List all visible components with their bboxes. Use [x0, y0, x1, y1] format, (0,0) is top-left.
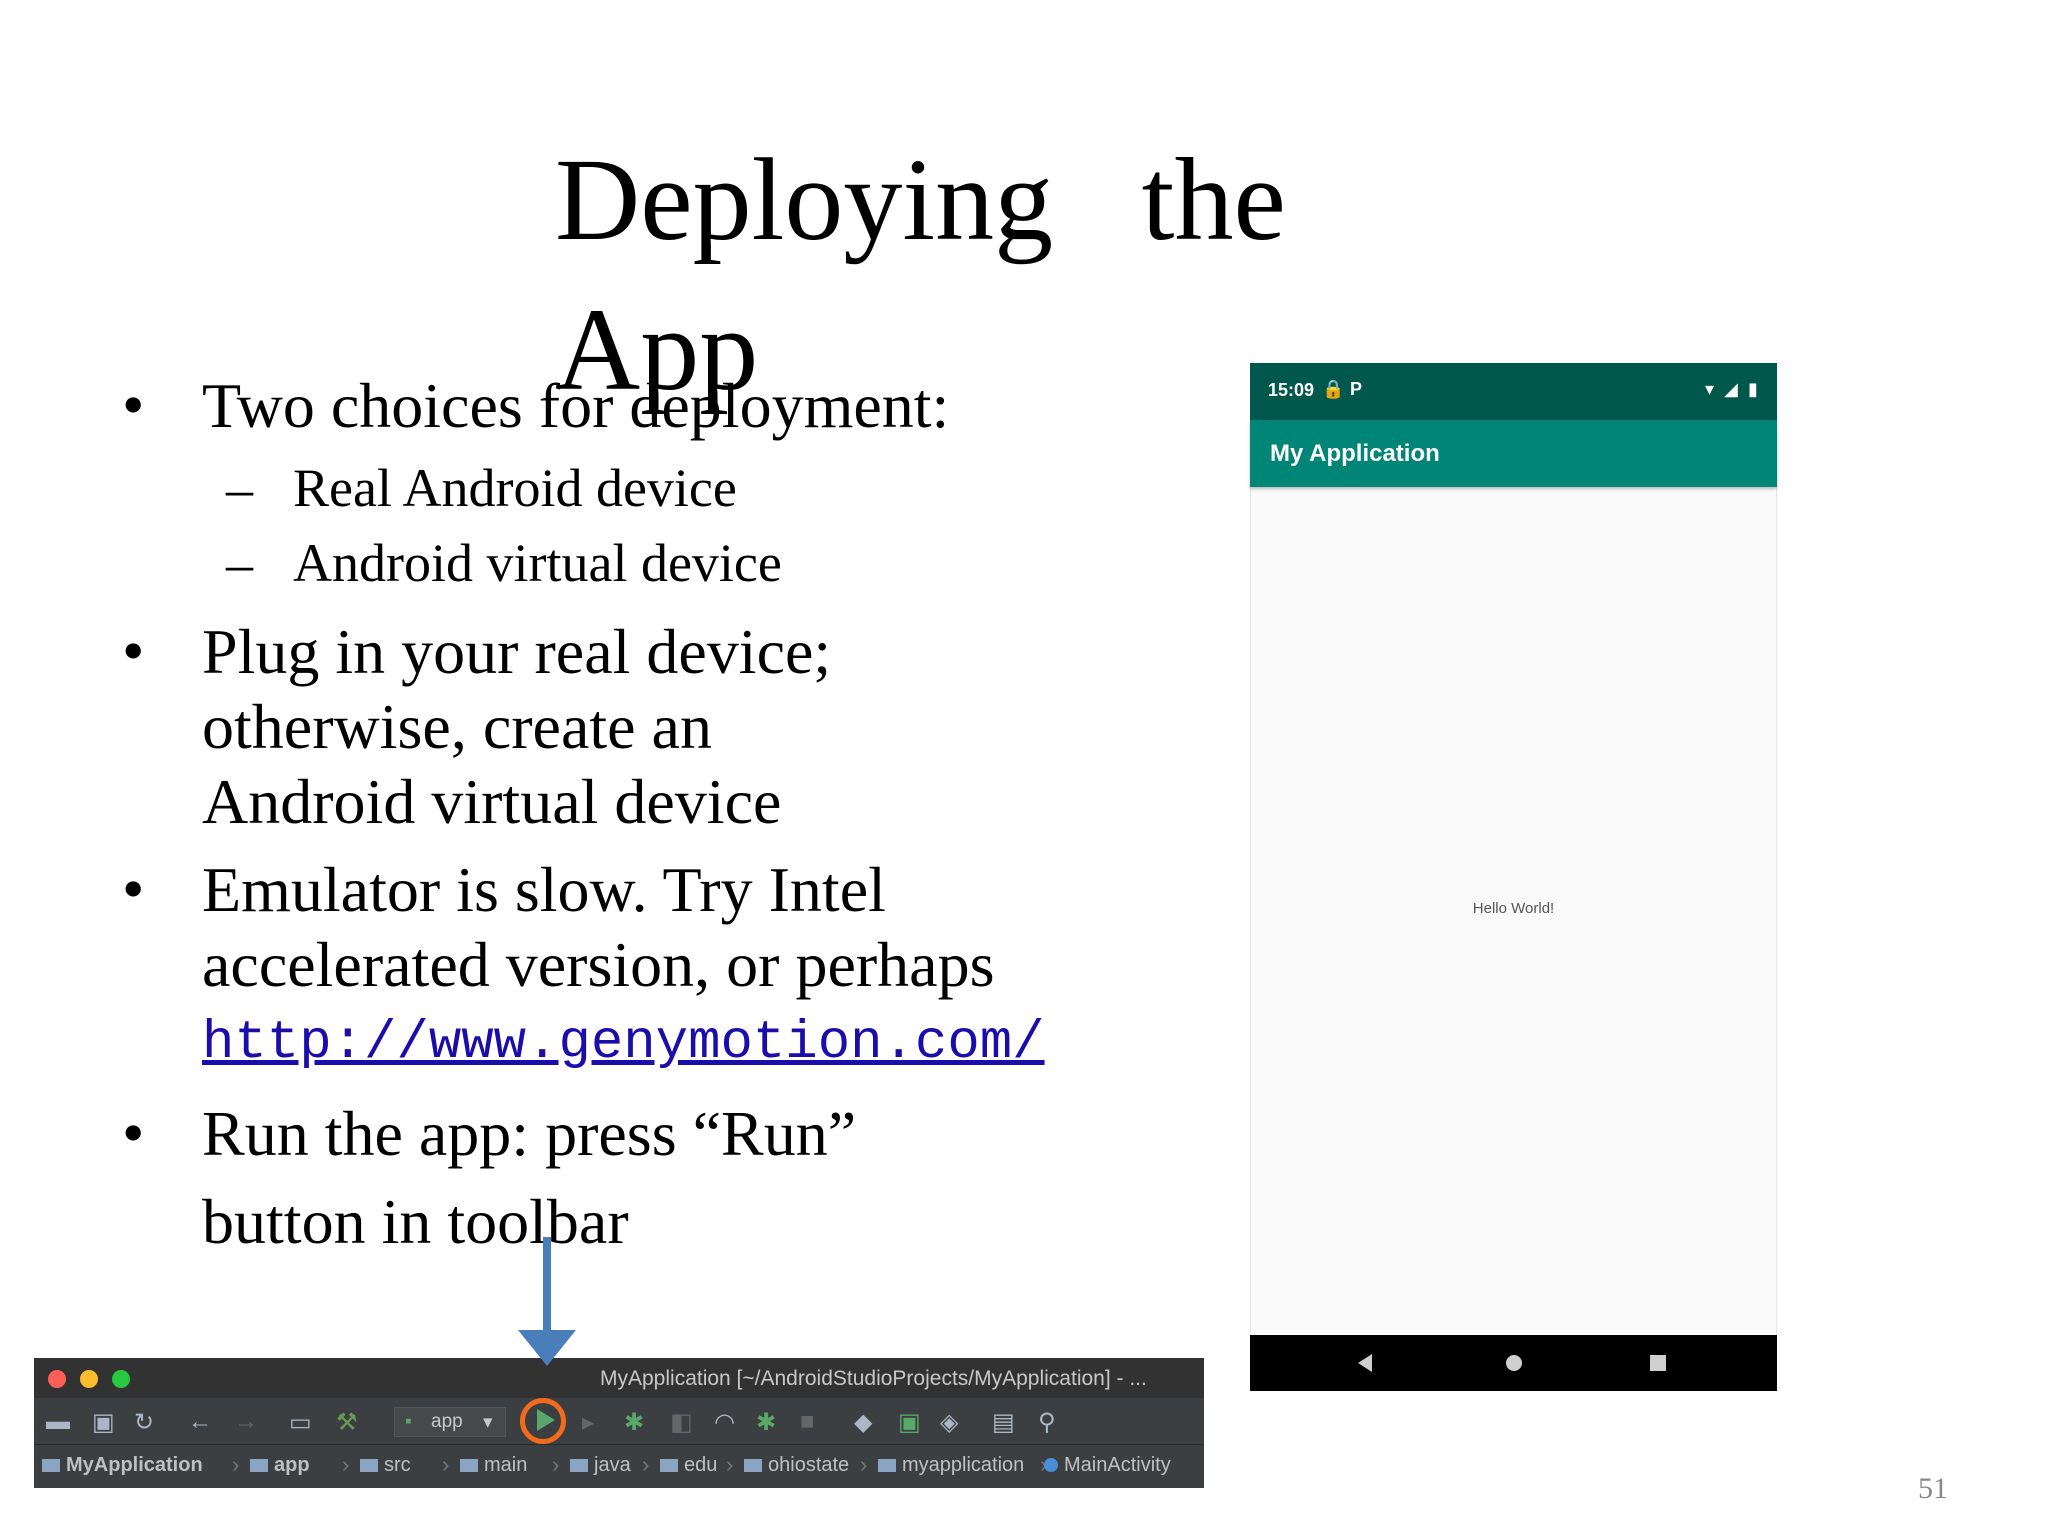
breadcrumb-separator: ›: [442, 1452, 450, 1477]
debug-icon[interactable]: ✱: [624, 1408, 644, 1437]
folder-icon: [42, 1459, 60, 1472]
avd-manager-icon[interactable]: ▣: [898, 1408, 921, 1437]
breadcrumb-item[interactable]: myapplication: [878, 1454, 1024, 1477]
breadcrumb-label: src: [384, 1454, 411, 1476]
breadcrumb-separator: ›: [342, 1452, 350, 1477]
sync-icon[interactable]: ↻: [134, 1408, 154, 1437]
parking-icon: P: [1350, 379, 1363, 399]
folder-icon: [878, 1459, 896, 1472]
bullet-dot: •: [122, 369, 145, 440]
folder-icon: [250, 1459, 268, 1472]
breadcrumb-item[interactable]: MyApplication: [42, 1454, 203, 1477]
maximize-window-icon[interactable]: [112, 1370, 130, 1388]
home-icon[interactable]: [1506, 1355, 1522, 1371]
run-configuration-label: app: [431, 1411, 463, 1432]
breadcrumb-separator: ›: [552, 1452, 560, 1477]
bullet-dot: •: [122, 615, 145, 686]
window-title: MyApplication [~/AndroidStudioProjects/M…: [600, 1367, 1147, 1390]
folder-icon: [360, 1459, 378, 1472]
bullet-3-line-1: Emulator is slow. Try Intel: [202, 854, 886, 925]
breadcrumb-item[interactable]: java: [570, 1454, 631, 1477]
project-structure-icon[interactable]: ▤: [992, 1408, 1015, 1437]
bullet-4-line-1: Run the app: press “Run”: [202, 1098, 857, 1169]
breadcrumb-item[interactable]: ohiostate: [744, 1454, 849, 1477]
window-titlebar: MyApplication [~/AndroidStudioProjects/M…: [34, 1358, 1204, 1398]
status-time: 15:09: [1268, 380, 1315, 400]
class-icon: [1044, 1458, 1058, 1472]
forward-arrow-icon[interactable]: →: [234, 1408, 258, 1436]
breadcrumb-separator: ›: [232, 1452, 240, 1477]
sdk-manager-icon[interactable]: ◈: [940, 1408, 958, 1437]
gradle-sync-icon[interactable]: ◆: [854, 1408, 872, 1437]
breadcrumb-label: myapplication: [902, 1454, 1025, 1476]
status-bar: 15:09 🔒 P ▾ ◢ ▮: [1250, 363, 1777, 420]
run-button-highlight: [520, 1398, 566, 1444]
breadcrumb-separator: ›: [642, 1452, 650, 1477]
app-title: My Application: [1270, 440, 1440, 467]
bullet-1-text: Two choices for deployment:: [202, 370, 950, 441]
bullet-2-line-3: Android virtual device: [202, 766, 782, 837]
app-bar: My Application: [1250, 420, 1777, 487]
breadcrumb-label: java: [594, 1454, 631, 1476]
page-number: 51: [1918, 1472, 1948, 1505]
save-icon[interactable]: ▣: [92, 1408, 115, 1437]
build-hammer-icon[interactable]: ⚒: [336, 1408, 358, 1437]
bullet-2-line-1: Plug in your real device;: [202, 616, 832, 687]
bullet-3-line-2: accelerated version, or perhaps: [202, 929, 995, 1000]
coverage-icon[interactable]: ◧: [670, 1408, 693, 1437]
wifi-icon: ▾: [1705, 379, 1715, 399]
sub-bullet-real-device: Real Android device: [293, 458, 737, 518]
profile-icon[interactable]: ◠: [714, 1408, 735, 1437]
run-configuration-select[interactable]: ▪ app ▾: [394, 1407, 506, 1437]
layout-icon[interactable]: ▭: [289, 1408, 312, 1437]
recents-icon[interactable]: [1650, 1355, 1666, 1371]
breadcrumb-label: MainActivity: [1064, 1454, 1171, 1476]
chevron-down-icon: ▾: [483, 1412, 493, 1433]
pointer-arrow-head: [518, 1330, 576, 1366]
folder-icon: [744, 1459, 762, 1472]
breadcrumb-item[interactable]: app: [250, 1454, 310, 1477]
android-icon: ▪: [405, 1411, 412, 1432]
breadcrumb-item[interactable]: main: [460, 1454, 527, 1477]
attach-debugger-icon[interactable]: ✱: [756, 1408, 776, 1437]
stop-icon[interactable]: ■: [800, 1408, 815, 1436]
bullet-dot: •: [122, 1097, 145, 1168]
android-studio-toolbar-screenshot: MyApplication [~/AndroidStudioProjects/M…: [34, 1358, 1204, 1488]
breadcrumb-label: edu: [684, 1454, 718, 1476]
sub-bullet-dash: –: [226, 534, 253, 594]
close-window-icon[interactable]: [48, 1370, 66, 1388]
genymotion-link[interactable]: http://www.genymotion.com/: [202, 1013, 1045, 1074]
breadcrumb-item[interactable]: MainActivity: [1044, 1454, 1171, 1477]
bullet-2-line-2: otherwise, create an: [202, 691, 712, 762]
breadcrumb-item[interactable]: edu: [660, 1454, 717, 1477]
signal-icon: ◢: [1724, 379, 1738, 399]
folder-icon: [460, 1459, 478, 1472]
minimize-window-icon[interactable]: [80, 1370, 98, 1388]
breadcrumb-label: main: [484, 1454, 528, 1476]
breadcrumb-item[interactable]: src: [360, 1454, 411, 1477]
breadcrumb-label: app: [274, 1454, 310, 1476]
breadcrumb-label: ohiostate: [768, 1454, 850, 1476]
sub-bullet-virtual-device: Android virtual device: [293, 533, 782, 593]
folder-icon: [660, 1459, 678, 1472]
hello-world-text: Hello World!: [1472, 900, 1555, 917]
apply-changes-icon[interactable]: ▸: [582, 1408, 594, 1437]
android-emulator-screenshot: 15:09 🔒 P ▾ ◢ ▮ My Application Hello Wor…: [1250, 363, 1777, 1391]
lock-icon: 🔒: [1322, 379, 1345, 399]
battery-icon: ▮: [1748, 379, 1758, 399]
bullet-dot: •: [122, 853, 145, 924]
breadcrumb-label: MyApplication: [66, 1454, 203, 1476]
search-icon[interactable]: ⚲: [1038, 1408, 1056, 1437]
breadcrumb-separator: ›: [726, 1452, 734, 1477]
sub-bullet-dash: –: [226, 459, 253, 519]
bullet-4-line-2: button in toolbar: [202, 1186, 629, 1257]
navigation-bar: [1250, 1335, 1777, 1391]
breadcrumb-separator: ›: [860, 1452, 868, 1477]
folder-icon: [570, 1459, 588, 1472]
open-folder-icon[interactable]: ▬: [46, 1408, 70, 1436]
back-icon[interactable]: [1358, 1354, 1372, 1372]
back-arrow-icon[interactable]: ←: [188, 1408, 212, 1436]
